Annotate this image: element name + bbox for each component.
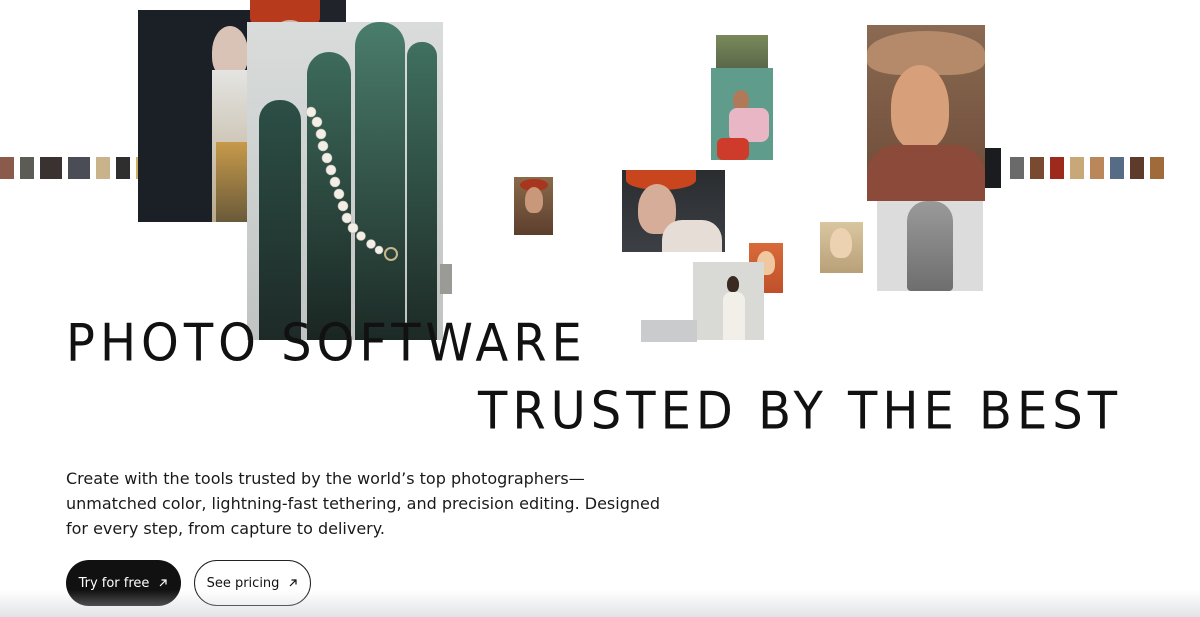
photo-grey-dancer [877, 201, 983, 291]
strip-photo [1110, 157, 1124, 179]
photo-small-hat-portrait [514, 177, 553, 235]
strip-photo [1050, 157, 1064, 179]
strip-photo [116, 157, 130, 179]
strip-photo [1150, 157, 1164, 179]
photo-green-dress [716, 35, 768, 69]
strip-photo [1030, 157, 1044, 179]
photo-grey-small [641, 320, 697, 342]
try-for-free-button[interactable]: Try for free [66, 560, 181, 606]
photo-pink-outfit [711, 68, 773, 160]
photo-blonde-portrait [820, 222, 863, 273]
photo-cowboy-hat-portrait [867, 25, 985, 201]
strip-photo [68, 157, 90, 179]
photo-small-grey [440, 264, 452, 294]
headline-line-2: TRUSTED BY THE BEST [478, 381, 1123, 442]
photo-white-outfit [693, 262, 764, 340]
hero-description: Create with the tools trusted by the wor… [66, 469, 660, 538]
arrow-up-right-icon [288, 578, 298, 588]
strip-photo [20, 157, 34, 179]
strip-photo [1010, 157, 1024, 179]
film-strip-right [1010, 155, 1164, 181]
hero-section: PHOTO SOFTWARE TRUSTED BY THE BEST Creat… [0, 0, 1200, 617]
photo-red-hair-closeup [622, 170, 725, 252]
try-for-free-label: Try for free [78, 575, 150, 591]
strip-photo [1130, 157, 1144, 179]
arrow-up-right-icon [158, 578, 168, 588]
strip-photo [0, 157, 14, 179]
strip-photo [40, 157, 62, 179]
see-pricing-label: See pricing [206, 575, 280, 591]
see-pricing-button[interactable]: See pricing [194, 560, 311, 606]
strip-photo [1070, 157, 1084, 179]
headline-line-1: PHOTO SOFTWARE [66, 313, 587, 374]
photo-cactus-pearls [247, 22, 443, 340]
bottom-fade [0, 590, 1200, 617]
photo-dark-small [985, 148, 1001, 188]
strip-photo [1090, 157, 1104, 179]
strip-photo [96, 157, 110, 179]
